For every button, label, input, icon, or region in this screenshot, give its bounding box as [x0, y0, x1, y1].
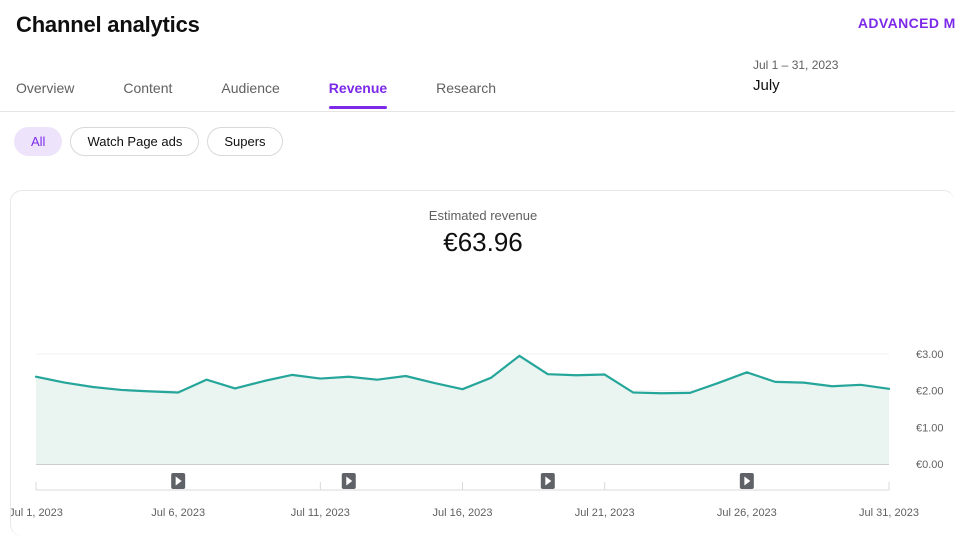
tab-overview[interactable]: Overview	[16, 74, 74, 109]
x-axis-label: Jul 6, 2023	[151, 507, 205, 519]
y-axis-label: €0.00	[916, 459, 944, 471]
x-axis-label: Jul 11, 2023	[291, 507, 350, 519]
revenue-filter-chips: All Watch Page ads Supers	[14, 127, 283, 156]
video-marker[interactable]	[739, 473, 754, 489]
y-axis-label: €3.00	[916, 349, 944, 361]
estimated-revenue-card: Estimated revenue €63.96 €0.00 €1.00 €2.00…	[10, 190, 955, 536]
tab-content[interactable]: Content	[123, 74, 172, 109]
x-axis-label: Jul 16, 2023	[433, 507, 493, 519]
date-range-selector[interactable]: Jul 1 – 31, 2023 July	[753, 57, 838, 96]
chip-all[interactable]: All	[14, 127, 63, 156]
video-marker[interactable]	[341, 473, 356, 489]
video-marker[interactable]	[540, 473, 555, 489]
y-axis-label: €2.00	[916, 386, 944, 398]
channel-analytics-page: Channel analytics ADVANCED MO Overview Co…	[0, 0, 955, 536]
tab-research[interactable]: Research	[436, 74, 496, 109]
x-axis-label: Jul 21, 2023	[575, 507, 635, 519]
date-range-text: Jul 1 – 31, 2023	[753, 58, 839, 72]
advanced-mode-button[interactable]: ADVANCED MO	[858, 15, 955, 31]
chip-watch-page-ads[interactable]: Watch Page ads	[70, 127, 200, 156]
tab-audience[interactable]: Audience	[221, 74, 279, 109]
revenue-area-chart[interactable]: €0.00 €1.00 €2.00 €3.00 Jul 1, 2023 Jul 6, 20…	[11, 191, 955, 536]
x-axis-label: Jul 26, 2023	[717, 507, 777, 519]
video-marker[interactable]	[171, 473, 186, 489]
chart-area-fill	[36, 355, 889, 464]
date-month-text: July	[753, 77, 780, 94]
x-axis-label: Jul 31, 2023	[859, 507, 919, 519]
chip-supers[interactable]: Supers	[207, 127, 283, 156]
revenue-chart[interactable]: €0.00 €1.00 €2.00 €3.00 Jul 1, 2023 Jul 6, 20…	[11, 191, 955, 536]
y-axis-label: €1.00	[916, 422, 944, 434]
x-axis-label: Jul 1, 2023	[11, 507, 63, 519]
tab-revenue[interactable]: Revenue	[328, 74, 388, 109]
page-title: Channel analytics	[16, 12, 200, 37]
